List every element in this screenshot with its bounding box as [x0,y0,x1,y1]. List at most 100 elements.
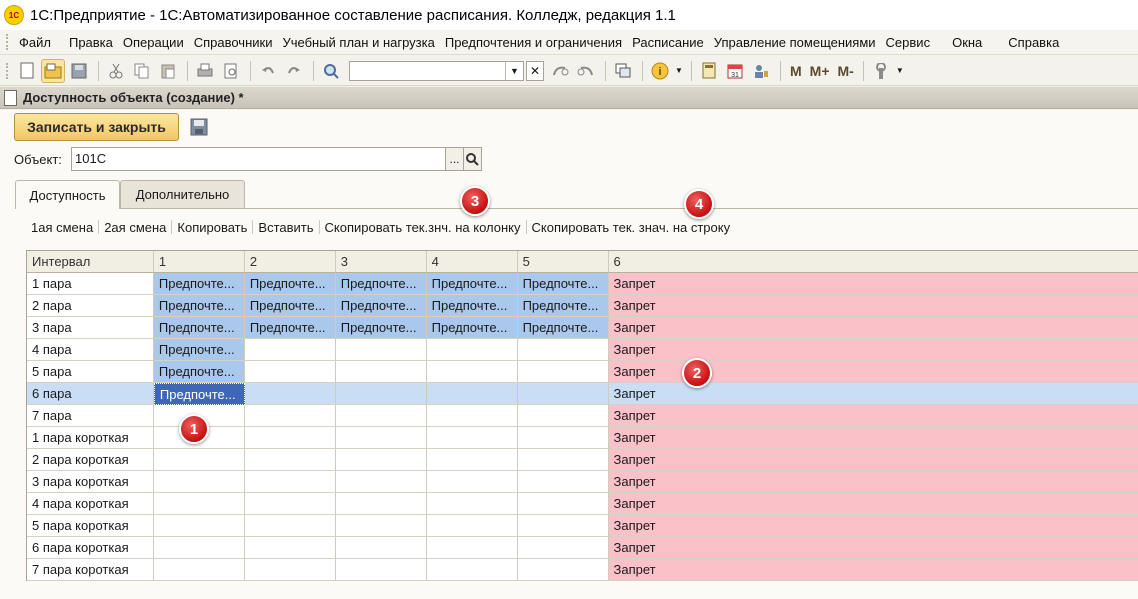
availability-cell[interactable]: Запрет [608,339,1138,361]
copy-icon[interactable] [130,59,154,83]
availability-cell[interactable]: Предпочте... [153,317,245,339]
interval-cell[interactable]: 4 пара [27,339,154,361]
availability-cell[interactable] [426,383,518,405]
availability-cell[interactable] [153,493,245,515]
paste-icon[interactable] [156,59,180,83]
settings-wrench-icon[interactable] [869,59,893,83]
copy-button[interactable]: Копировать [172,220,252,235]
availability-cell[interactable]: Предпочте... [153,295,245,317]
interval-cell[interactable]: 3 пара [27,317,154,339]
interval-cell[interactable]: 7 пара короткая [27,559,154,581]
interval-cell[interactable]: 5 пара [27,361,154,383]
menu-service[interactable]: Сервис [882,35,935,50]
availability-cell[interactable] [244,559,336,581]
table-row[interactable]: 3 пара короткая Запрет [27,471,1138,493]
availability-cell[interactable]: Запрет [608,405,1138,427]
availability-cell[interactable] [244,383,336,405]
availability-cell[interactable] [153,471,245,493]
redo-icon[interactable] [282,59,306,83]
availability-cell[interactable] [335,471,427,493]
object-field[interactable]: 101С [71,147,446,171]
availability-cell[interactable]: Предпочте... [153,339,245,361]
availability-cell[interactable] [244,405,336,427]
availability-cell[interactable] [426,471,518,493]
availability-cell[interactable] [244,493,336,515]
availability-cell[interactable] [517,515,609,537]
availability-cell[interactable]: Запрет [608,559,1138,581]
interval-cell[interactable]: 3 пара короткая [27,471,154,493]
chevron-down-icon[interactable]: ▼ [505,61,523,80]
availability-cell[interactable] [244,361,336,383]
interval-cell[interactable]: 1 пара [27,273,154,295]
find-icon[interactable] [319,59,343,83]
availability-cell[interactable] [244,471,336,493]
availability-cell[interactable] [517,493,609,515]
availability-cell[interactable] [426,427,518,449]
availability-cell[interactable] [517,449,609,471]
menu-operations[interactable]: Операции [119,35,188,50]
availability-cell[interactable] [517,471,609,493]
interval-cell[interactable]: 6 пара [27,383,154,405]
menu-rooms[interactable]: Управление помещениями [710,35,880,50]
column-header[interactable]: 2 [244,251,336,273]
table-row[interactable]: 2 пара короткая Запрет [27,449,1138,471]
availability-cell[interactable] [426,339,518,361]
find-previous-icon[interactable] [574,59,598,83]
windows-icon[interactable] [611,59,635,83]
availability-cell[interactable]: Предпочте... [426,317,518,339]
availability-cell[interactable]: Предпочте... [517,317,609,339]
availability-cell[interactable]: Предпочте... [335,273,427,295]
memory-add-button[interactable]: M+ [810,63,830,79]
object-open-search-icon[interactable] [463,147,482,171]
availability-cell[interactable]: Предпочте... [244,317,336,339]
availability-cell[interactable]: Запрет [608,449,1138,471]
column-header-interval[interactable]: Интервал [27,251,154,273]
availability-cell[interactable] [517,427,609,449]
availability-cell[interactable] [153,559,245,581]
table-row[interactable]: 4 пара Предпочте... Запрет [27,339,1138,361]
availability-cell[interactable] [335,383,427,405]
memory-subtract-button[interactable]: M- [838,63,854,79]
availability-cell[interactable]: Запрет [608,273,1138,295]
interval-cell[interactable]: 4 пара короткая [27,493,154,515]
calculator-icon[interactable] [697,59,721,83]
menu-windows[interactable]: Окна [948,35,986,50]
save-and-close-button[interactable]: Записать и закрыть [14,113,179,141]
availability-cell[interactable] [426,405,518,427]
menu-curriculum[interactable]: Учебный план и нагрузка [278,35,438,50]
interval-cell[interactable]: 7 пара [27,405,154,427]
table-row[interactable]: 7 пара короткая Запрет [27,559,1138,581]
availability-cell[interactable]: Запрет [608,317,1138,339]
copy-value-to-row-button[interactable]: Скопировать тек. знач. на строку [527,220,736,235]
availability-cell[interactable]: Предпочте... [335,317,427,339]
table-row[interactable]: 2 пара Предпочте... Предпочте... Предпоч… [27,295,1138,317]
second-shift-button[interactable]: 2ая смена [99,220,171,235]
availability-cell[interactable] [426,449,518,471]
availability-cell[interactable] [244,449,336,471]
table-row[interactable]: 1 пара Предпочте... Предпочте... Предпоч… [27,273,1138,295]
interval-cell[interactable]: 2 пара короткая [27,449,154,471]
menu-help[interactable]: Справка [1004,35,1063,50]
interval-cell[interactable]: 6 пара короткая [27,537,154,559]
open-folder-icon[interactable] [41,58,65,83]
availability-cell[interactable] [153,449,245,471]
availability-cell[interactable]: Предпочте... [153,273,245,295]
save-disk-icon[interactable] [67,59,91,83]
availability-cell[interactable]: Предпочте... [517,273,609,295]
availability-cell[interactable]: Предпочте... [335,295,427,317]
availability-cell[interactable] [335,339,427,361]
availability-cell[interactable]: Запрет [608,471,1138,493]
save-icon[interactable] [188,116,210,138]
menu-edit[interactable]: Правка [65,35,117,50]
menu-preferences[interactable]: Предпочтения и ограничения [441,35,626,50]
availability-cell[interactable] [335,427,427,449]
paste-button[interactable]: Вставить [253,220,318,235]
availability-cell[interactable] [517,339,609,361]
availability-cell[interactable] [335,559,427,581]
print-icon[interactable] [193,59,217,83]
availability-cell[interactable] [517,383,609,405]
availability-cell[interactable] [426,559,518,581]
menu-schedule[interactable]: Расписание [628,35,708,50]
column-header[interactable]: 4 [426,251,518,273]
tab-additional[interactable]: Дополнительно [120,180,245,208]
